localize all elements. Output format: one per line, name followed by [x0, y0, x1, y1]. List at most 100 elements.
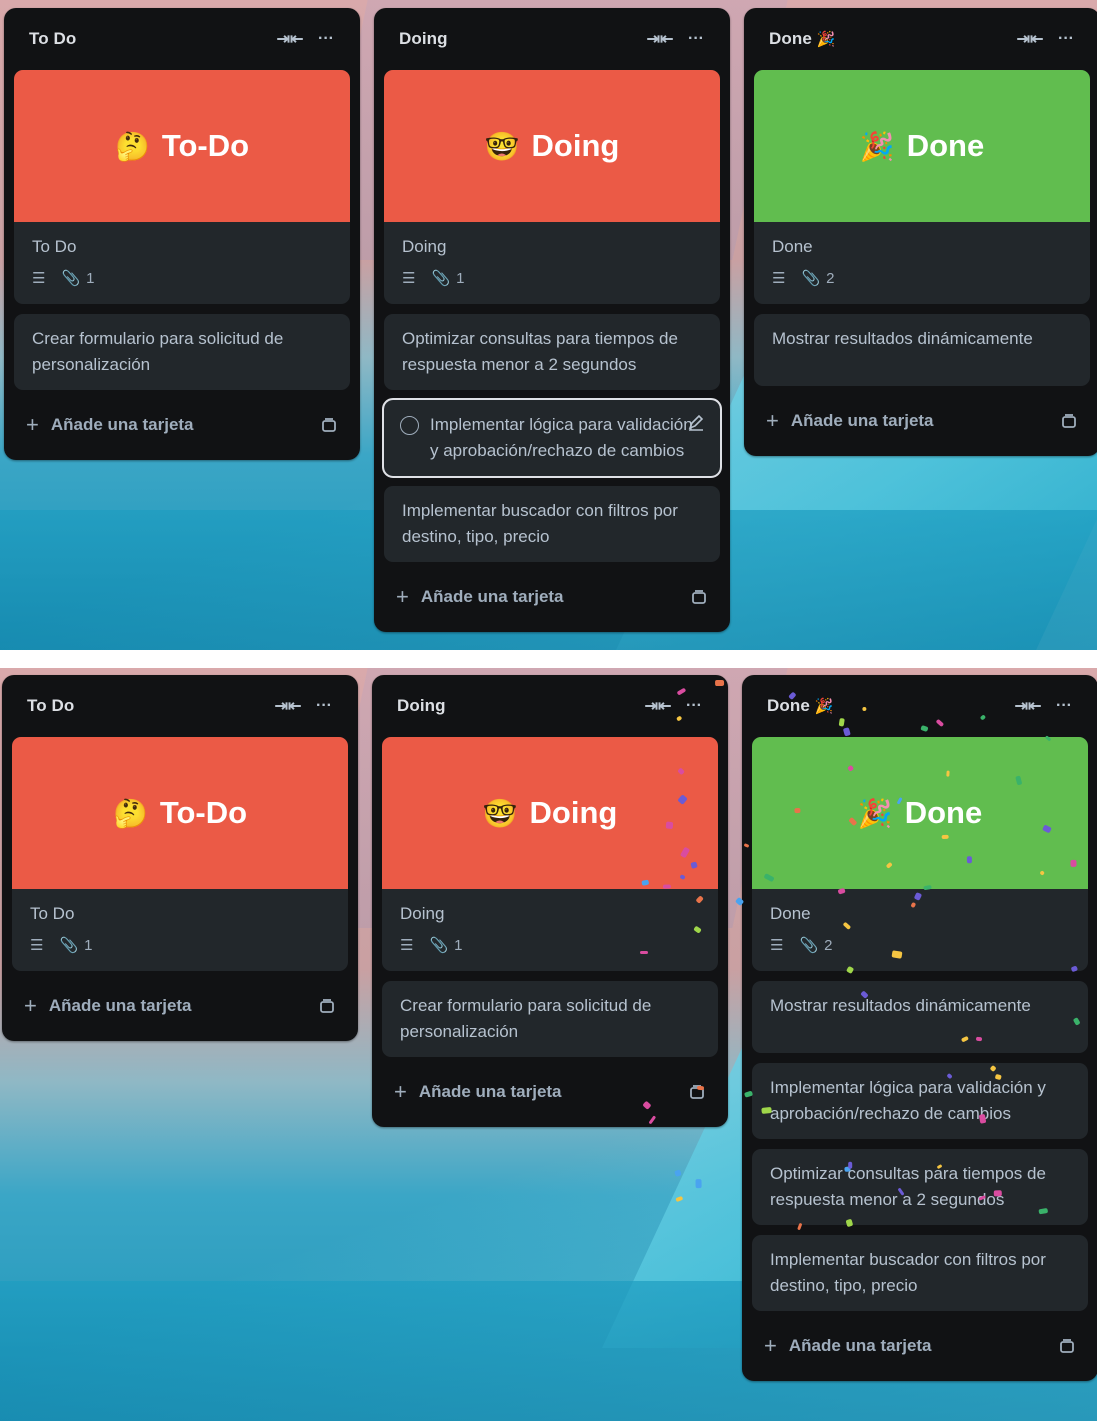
list-card[interactable]: Mostrar resultados dinámicamente — [752, 981, 1088, 1053]
card-cover: 🎉 Done — [754, 70, 1090, 222]
pencil-edit-icon[interactable] — [686, 412, 706, 432]
list-card[interactable]: Implementar buscador con filtros por des… — [384, 486, 720, 562]
card-title: Implementar buscador con filtros por des… — [770, 1250, 1046, 1295]
card-title: Done — [772, 237, 813, 256]
card-title: To Do — [30, 904, 75, 923]
party-popper-icon: 🎉 — [857, 797, 893, 829]
thinking-face-icon: 🤔 — [114, 130, 150, 162]
card-title: To Do — [32, 237, 77, 256]
attachment-count: 2 — [824, 936, 833, 954]
cover-card[interactable]: 🤓 Doing Doing ☰ 📎 1 — [382, 737, 718, 971]
attachment-badge: 📎 1 — [61, 269, 94, 288]
attachment-badge: 📎 1 — [59, 936, 92, 955]
list-title[interactable]: Doing — [399, 29, 642, 49]
collapse-arrows-icon[interactable]: ⇥⇤ — [640, 690, 676, 722]
list-card[interactable]: Implementar buscador con filtros por des… — [752, 1235, 1088, 1311]
add-card-button[interactable]: + Añade una tarjeta — [752, 1321, 1088, 1371]
attachment-count: 1 — [456, 269, 465, 287]
description-lines-icon: ☰ — [402, 270, 416, 287]
paperclip-icon: 📎 — [59, 937, 79, 954]
cover-text: Doing — [531, 128, 620, 163]
more-dots-icon[interactable]: ··· — [308, 23, 344, 55]
card-template-icon[interactable] — [1060, 412, 1078, 430]
paperclip-icon: 📎 — [431, 270, 451, 287]
list-card-hovered[interactable]: Implementar lógica para validación y apr… — [382, 398, 722, 478]
plus-icon: + — [396, 584, 409, 609]
paperclip-icon: 📎 — [61, 270, 81, 287]
add-card-button[interactable]: + Añade una tarjeta — [384, 572, 720, 622]
plus-icon: + — [24, 993, 37, 1018]
list-done: Done 🎉 ⇥⇤ ··· 🎉 Done Done ☰ 📎 2 Mostrar … — [742, 675, 1097, 1381]
more-dots-icon[interactable]: ··· — [678, 23, 714, 55]
confetti-piece — [689, 861, 698, 869]
list-card[interactable]: Mostrar resultados dinámicamente — [754, 314, 1090, 386]
confetti-piece — [891, 950, 903, 959]
list-title[interactable]: Done 🎉 — [769, 29, 1012, 49]
confetti-piece — [674, 1169, 682, 1177]
list-card[interactable]: Implementar lógica para validación y apr… — [752, 1063, 1088, 1139]
collapse-arrows-icon[interactable]: ⇥⇤ — [272, 23, 308, 55]
plus-icon: + — [764, 1333, 777, 1358]
attachment-count: 1 — [454, 936, 463, 954]
cover-card[interactable]: 🤓 Doing Doing ☰ 📎 1 — [384, 70, 720, 304]
party-popper-icon: 🎉 — [814, 698, 834, 715]
list-done: Done 🎉 ⇥⇤ ··· 🎉 Done Done ☰ 📎 2 Mostrar … — [744, 8, 1097, 456]
list-card[interactable]: Optimizar consultas para tiempos de resp… — [752, 1149, 1088, 1225]
cover-text: Doing — [529, 795, 618, 830]
add-card-button[interactable]: + Añade una tarjeta — [382, 1067, 718, 1117]
add-card-button[interactable]: + Añade una tarjeta — [12, 981, 348, 1031]
more-dots-icon[interactable]: ··· — [306, 690, 342, 722]
list-header: To Do ⇥⇤ ··· — [12, 675, 348, 737]
more-dots-icon[interactable]: ··· — [1048, 23, 1084, 55]
card-title: Optimizar consultas para tiempos de resp… — [770, 1164, 1046, 1209]
cover-card[interactable]: 🤔 To-Do To Do ☰ 📎 1 — [14, 70, 350, 304]
description-lines-icon: ☰ — [770, 937, 784, 954]
attachment-count: 2 — [826, 269, 835, 287]
collapse-arrows-icon[interactable]: ⇥⇤ — [642, 23, 678, 55]
card-template-icon[interactable] — [318, 997, 336, 1015]
collapse-arrows-icon[interactable]: ⇥⇤ — [1010, 690, 1046, 722]
collapse-arrows-icon[interactable]: ⇥⇤ — [1012, 23, 1048, 55]
card-title: Implementar lógica para validación y apr… — [770, 1078, 1046, 1123]
paperclip-icon: 📎 — [429, 937, 449, 954]
list-todo: To Do ⇥⇤ ··· 🤔 To-Do To Do ☰ 📎 1 Crear f… — [4, 8, 360, 460]
attachment-badge: 📎 1 — [431, 269, 465, 288]
list-card[interactable]: Crear formulario para solicitud de perso… — [382, 981, 718, 1057]
description-lines-icon: ☰ — [400, 937, 414, 954]
more-dots-icon[interactable]: ··· — [1046, 690, 1082, 722]
list-title[interactable]: Doing — [397, 696, 640, 716]
card-title: Done — [770, 904, 811, 923]
card-cover: 🤓 Doing — [382, 737, 718, 889]
list-title[interactable]: Done 🎉 — [767, 696, 1010, 716]
list-card[interactable]: Crear formulario para solicitud de perso… — [14, 314, 350, 390]
card-template-icon[interactable] — [690, 588, 708, 606]
confetti-piece — [663, 884, 672, 889]
description-lines-icon: ☰ — [32, 270, 46, 287]
add-card-label: Añade una tarjeta — [418, 1082, 562, 1101]
circle-checkbox-icon[interactable] — [400, 416, 419, 435]
card-template-icon[interactable] — [320, 416, 338, 434]
cover-card[interactable]: 🤔 To-Do To Do ☰ 📎 1 — [12, 737, 348, 971]
party-popper-icon: 🎉 — [859, 130, 895, 162]
cover-card[interactable]: 🎉 Done Done ☰ 📎 2 — [752, 737, 1088, 971]
list-doing: Doing ⇥⇤ ··· 🤓 Doing Doing ☰ 📎 1 Crear f… — [372, 675, 728, 1127]
card-title: Crear formulario para solicitud de perso… — [400, 996, 652, 1041]
confetti-piece — [923, 884, 932, 890]
list-card[interactable]: Optimizar consultas para tiempos de resp… — [384, 314, 720, 390]
cover-card[interactable]: 🎉 Done Done ☰ 📎 2 — [754, 70, 1090, 304]
list-title[interactable]: To Do — [29, 29, 272, 49]
add-card-button[interactable]: + Añade una tarjeta — [754, 396, 1090, 446]
confetti-piece — [848, 1161, 853, 1169]
list-doing: Doing ⇥⇤ ··· 🤓 Doing Doing ☰ 📎 1 Optimiz… — [374, 8, 730, 632]
thinking-face-icon: 🤔 — [112, 797, 148, 829]
card-title: Mostrar resultados dinámicamente — [770, 996, 1031, 1015]
list-title[interactable]: To Do — [27, 696, 270, 716]
add-card-button[interactable]: + Añade una tarjeta — [14, 400, 350, 450]
list-title-text: Done — [769, 29, 812, 48]
card-cover: 🤔 To-Do — [12, 737, 348, 889]
card-template-icon[interactable] — [1058, 1337, 1076, 1355]
list-header: Done 🎉 ⇥⇤ ··· — [754, 8, 1090, 70]
paperclip-icon: 📎 — [799, 937, 819, 954]
collapse-arrows-icon[interactable]: ⇥⇤ — [270, 690, 306, 722]
confetti-piece — [695, 1179, 702, 1190]
